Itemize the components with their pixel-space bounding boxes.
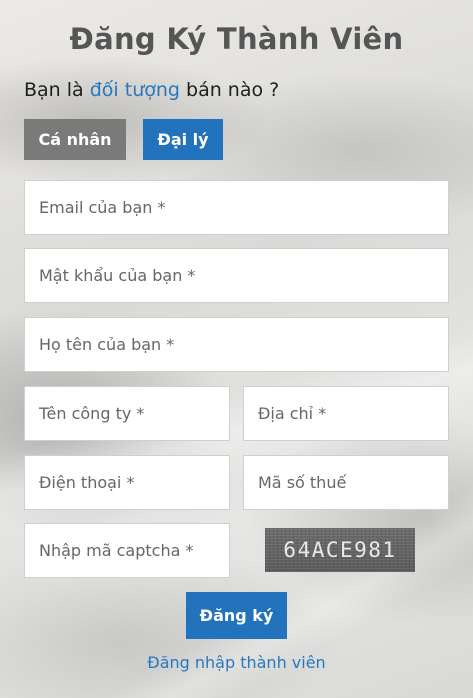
password-placeholder: Mật khẩu của bạn * <box>39 266 196 285</box>
password-field[interactable]: Mật khẩu của bạn * <box>24 248 449 303</box>
register-button[interactable]: Đăng ký <box>186 592 287 639</box>
captcha-image: 64ACE981 <box>265 528 415 572</box>
captcha-placeholder: Nhập mã captcha * <box>39 541 194 560</box>
company-field[interactable]: Tên công ty * <box>24 386 230 441</box>
question-highlight: đối tượng <box>89 79 180 101</box>
agent-type-button[interactable]: Đại lý <box>143 119 223 160</box>
page-title: Đăng Ký Thành Viên <box>69 22 404 56</box>
login-link[interactable]: Đăng nhập thành viên <box>0 653 473 672</box>
question-prefix: Bạn là <box>24 79 90 101</box>
address-placeholder: Địa chỉ * <box>258 404 327 423</box>
registration-form: Đăng Ký Thành Viên Bạn là đối tượng bán … <box>0 0 473 698</box>
question-suffix: bán nào ? <box>179 79 280 101</box>
phone-placeholder: Điện thoại * <box>39 473 135 492</box>
tax-code-field[interactable]: Mã số thuế <box>243 455 449 510</box>
account-type-question: Bạn là đối tượng bán nào ? <box>24 79 279 101</box>
email-field[interactable]: Email của bạn * <box>24 180 449 235</box>
phone-field[interactable]: Điện thoại * <box>24 455 230 510</box>
email-placeholder: Email của bạn * <box>39 198 166 217</box>
company-placeholder: Tên công ty * <box>39 404 145 423</box>
tax-code-placeholder: Mã số thuế <box>258 473 347 492</box>
full-name-placeholder: Họ tên của bạn * <box>39 335 175 354</box>
personal-type-button[interactable]: Cá nhân <box>24 119 126 160</box>
captcha-input[interactable]: Nhập mã captcha * <box>24 523 230 578</box>
captcha-code: 64ACE981 <box>283 538 397 562</box>
full-name-field[interactable]: Họ tên của bạn * <box>24 317 449 372</box>
address-field[interactable]: Địa chỉ * <box>243 386 449 441</box>
